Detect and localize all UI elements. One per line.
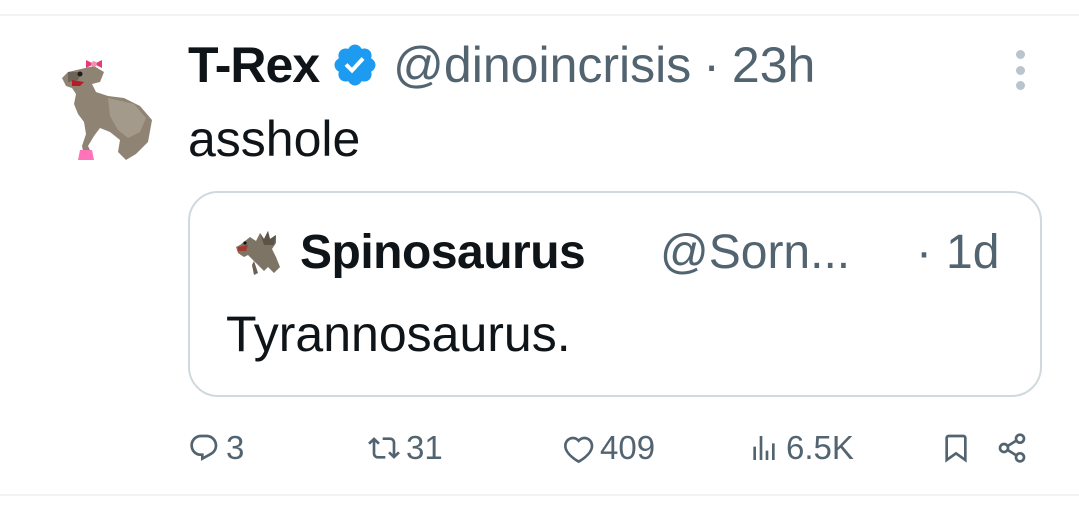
bookmark-icon bbox=[945, 434, 967, 463]
tweet-text: asshole bbox=[188, 111, 361, 167]
author-handle[interactable]: @dinoincrisis bbox=[393, 36, 691, 94]
views-icon bbox=[753, 436, 775, 460]
more-dot bbox=[1015, 81, 1025, 90]
retweet-count: 31 bbox=[406, 429, 443, 466]
more-dot bbox=[1015, 50, 1025, 59]
meta-separator: · bbox=[703, 37, 720, 93]
more-dot bbox=[1015, 65, 1025, 75]
views-button[interactable]: 6.5K bbox=[748, 424, 854, 472]
like-button[interactable]: 409 bbox=[562, 424, 655, 472]
share-icon bbox=[998, 433, 1026, 463]
t-rex-avatar-icon bbox=[38, 42, 164, 168]
reply-icon bbox=[190, 434, 218, 461]
quoted-tweet-timestamp[interactable]: 1d bbox=[946, 225, 999, 280]
quoted-author-display-name[interactable]: Spinosaurus bbox=[300, 225, 586, 280]
reply-button[interactable]: 3 bbox=[188, 424, 244, 472]
tweet-actions: 3 31 409 6.5K bbox=[0, 424, 1079, 472]
bookmark-button[interactable] bbox=[940, 424, 972, 472]
views-count: 6.5K bbox=[786, 429, 854, 466]
author-avatar[interactable] bbox=[38, 42, 164, 168]
top-divider bbox=[0, 14, 1079, 16]
tweet-timestamp[interactable]: 23h bbox=[732, 36, 815, 94]
share-button[interactable] bbox=[996, 424, 1028, 472]
quoted-tweet[interactable]: Spinosaurus @Sorn... · 1d Tyrannosaurus. bbox=[188, 191, 1042, 397]
quoted-tweet-text: Tyrannosaurus. bbox=[226, 306, 571, 362]
like-count: 409 bbox=[600, 429, 656, 466]
retweet-icon bbox=[368, 437, 400, 459]
quoted-author-handle[interactable]: @Sorn... bbox=[660, 225, 850, 280]
spinosaurus-avatar-icon bbox=[236, 231, 280, 275]
retweet-button[interactable]: 31 bbox=[368, 424, 443, 472]
author-display-name[interactable]: T-Rex bbox=[188, 36, 320, 94]
tweet-header: T-Rex @dinoincrisis · 23h bbox=[188, 32, 815, 98]
like-icon bbox=[564, 436, 594, 464]
quoted-author-avatar[interactable] bbox=[234, 227, 286, 279]
more-options-icon[interactable] bbox=[1000, 46, 1040, 94]
bottom-divider bbox=[0, 494, 1079, 496]
quoted-meta-separator: · bbox=[916, 226, 932, 279]
reply-count: 3 bbox=[226, 429, 245, 466]
verified-badge-icon[interactable] bbox=[331, 41, 379, 89]
